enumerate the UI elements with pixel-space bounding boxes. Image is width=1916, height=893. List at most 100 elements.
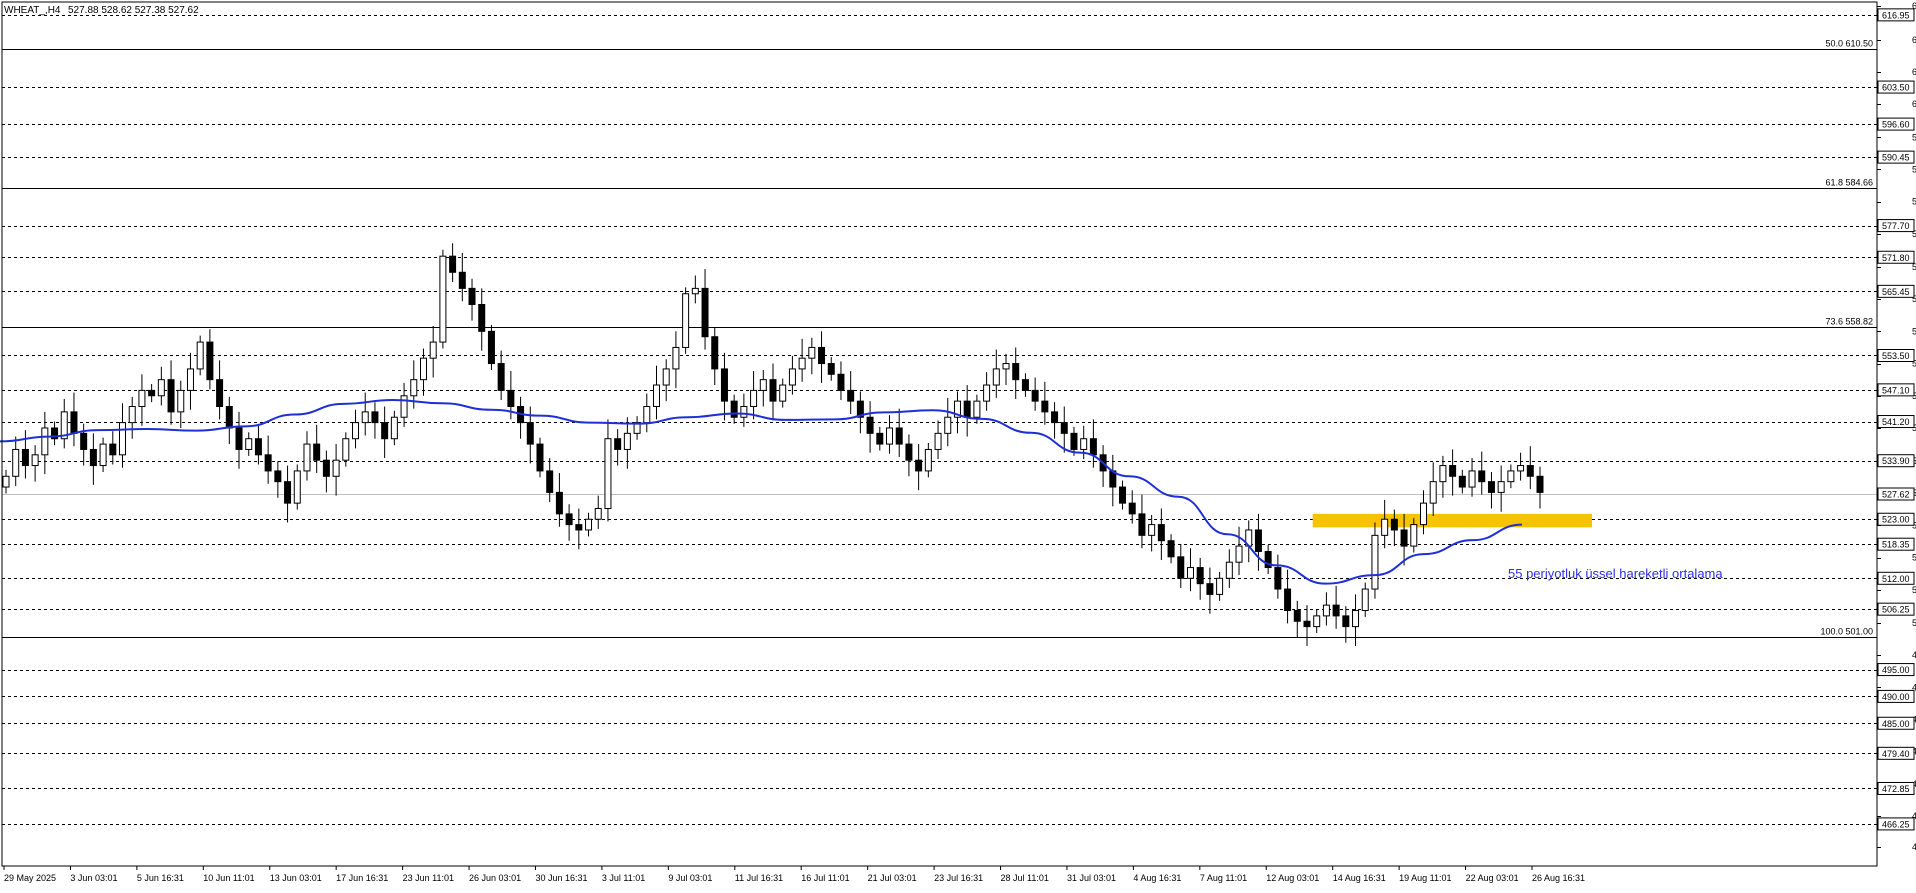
candle-body — [585, 518, 593, 531]
candle-body — [1080, 438, 1088, 450]
price-level-label: 466.25 — [1882, 819, 1910, 829]
candle-body — [837, 373, 845, 391]
candle — [750, 371, 758, 420]
candle-body — [254, 438, 262, 456]
candle-body — [410, 379, 418, 397]
candle — [808, 337, 816, 375]
candle — [1186, 548, 1194, 592]
candle — [216, 360, 224, 420]
candle-body — [1361, 588, 1369, 612]
candle — [196, 335, 204, 376]
candle-body — [41, 427, 49, 456]
x-tick-label: 26 Aug 16:31 — [1532, 873, 1585, 883]
chart-header: WHEAT_,H4 527.88 528.62 527.38 527.62 — [4, 5, 199, 16]
candle-body — [546, 470, 554, 493]
fib-level-label: 50.0 610.50 — [1825, 39, 1873, 49]
price-level-label: 565.45 — [1882, 287, 1910, 297]
price-level-label: 616.95 — [1882, 10, 1910, 20]
candle — [701, 269, 709, 350]
candle — [419, 348, 427, 396]
candle-body — [662, 368, 670, 386]
candle-body — [293, 470, 301, 504]
candle-body — [322, 459, 330, 477]
support-zone-rect — [1312, 513, 1592, 528]
candle — [594, 495, 602, 529]
candle-body — [1167, 540, 1175, 558]
x-tick-label: 28 Jul 11:01 — [1001, 873, 1049, 883]
candle — [1507, 464, 1515, 489]
candle — [847, 371, 855, 415]
candle-body — [1410, 524, 1418, 547]
candle — [1322, 592, 1330, 626]
candle — [497, 350, 505, 401]
candle-body — [944, 416, 952, 434]
candle-body — [1274, 567, 1282, 590]
candle — [429, 325, 437, 378]
candle — [1536, 466, 1544, 509]
candle-body — [1507, 470, 1515, 483]
candle — [21, 430, 29, 479]
candle-body — [235, 427, 243, 450]
price-level-label: 490.00 — [1882, 692, 1910, 702]
candle — [546, 458, 554, 503]
candle-body — [1439, 465, 1447, 483]
candle-body — [21, 448, 29, 467]
price-level-label: 553.50 — [1882, 351, 1910, 361]
candle-body — [711, 336, 719, 370]
candle-body — [1536, 475, 1544, 493]
candle-body — [216, 379, 224, 408]
candle-body — [1177, 556, 1185, 579]
candle — [536, 437, 544, 478]
candle — [1352, 594, 1360, 646]
candle — [128, 396, 136, 439]
candle — [963, 385, 971, 437]
x-tick-label: 12 Aug 03:01 — [1266, 873, 1319, 883]
candle — [1235, 526, 1243, 576]
candle-body — [1517, 465, 1525, 472]
candle — [585, 512, 593, 537]
price-level-label: 547.10 — [1882, 385, 1910, 395]
candle-body — [1225, 561, 1233, 579]
candle-body — [206, 341, 214, 381]
candle — [478, 288, 486, 351]
candle-body — [245, 438, 253, 450]
candle-body — [390, 416, 398, 440]
y-tick-label: 503.70 — [1912, 618, 1916, 628]
candle-body — [264, 454, 272, 472]
candle-body — [371, 411, 379, 424]
candle-body — [119, 422, 127, 456]
candle — [1021, 373, 1029, 397]
candle — [70, 392, 78, 447]
candle-body — [1148, 524, 1156, 536]
support-zone — [1312, 513, 1592, 528]
candle — [1138, 494, 1146, 549]
candle-body — [186, 368, 194, 391]
price-level-label: 590.45 — [1882, 153, 1910, 163]
candle — [449, 243, 457, 282]
candle — [458, 252, 466, 302]
price-level-label: 541.20 — [1882, 417, 1910, 427]
candle-body — [672, 346, 680, 370]
candle-body — [400, 395, 408, 418]
candle-body — [1002, 363, 1010, 370]
candle — [1109, 454, 1117, 507]
candle-body — [177, 389, 185, 413]
candle — [740, 393, 748, 427]
candle-body — [1497, 481, 1505, 493]
candle-body — [1419, 502, 1427, 526]
candle-body — [818, 346, 826, 365]
candle — [322, 450, 330, 493]
candle — [788, 356, 796, 395]
candle-body — [983, 384, 991, 402]
y-tick-label: 612.30 — [1912, 35, 1916, 45]
candle-body — [827, 363, 835, 375]
x-tick-label: 21 Jul 03:01 — [868, 873, 917, 883]
y-tick-label: 588.15 — [1912, 164, 1916, 174]
candle-body — [1235, 545, 1243, 563]
price-level-label: 523.00 — [1882, 515, 1910, 525]
y-tick-label: 606.30 — [1912, 67, 1916, 77]
candle-body — [1303, 620, 1311, 628]
x-tick-label: 29 May 2025 — [4, 873, 56, 883]
candle — [99, 437, 107, 472]
candle-body — [1352, 610, 1360, 628]
